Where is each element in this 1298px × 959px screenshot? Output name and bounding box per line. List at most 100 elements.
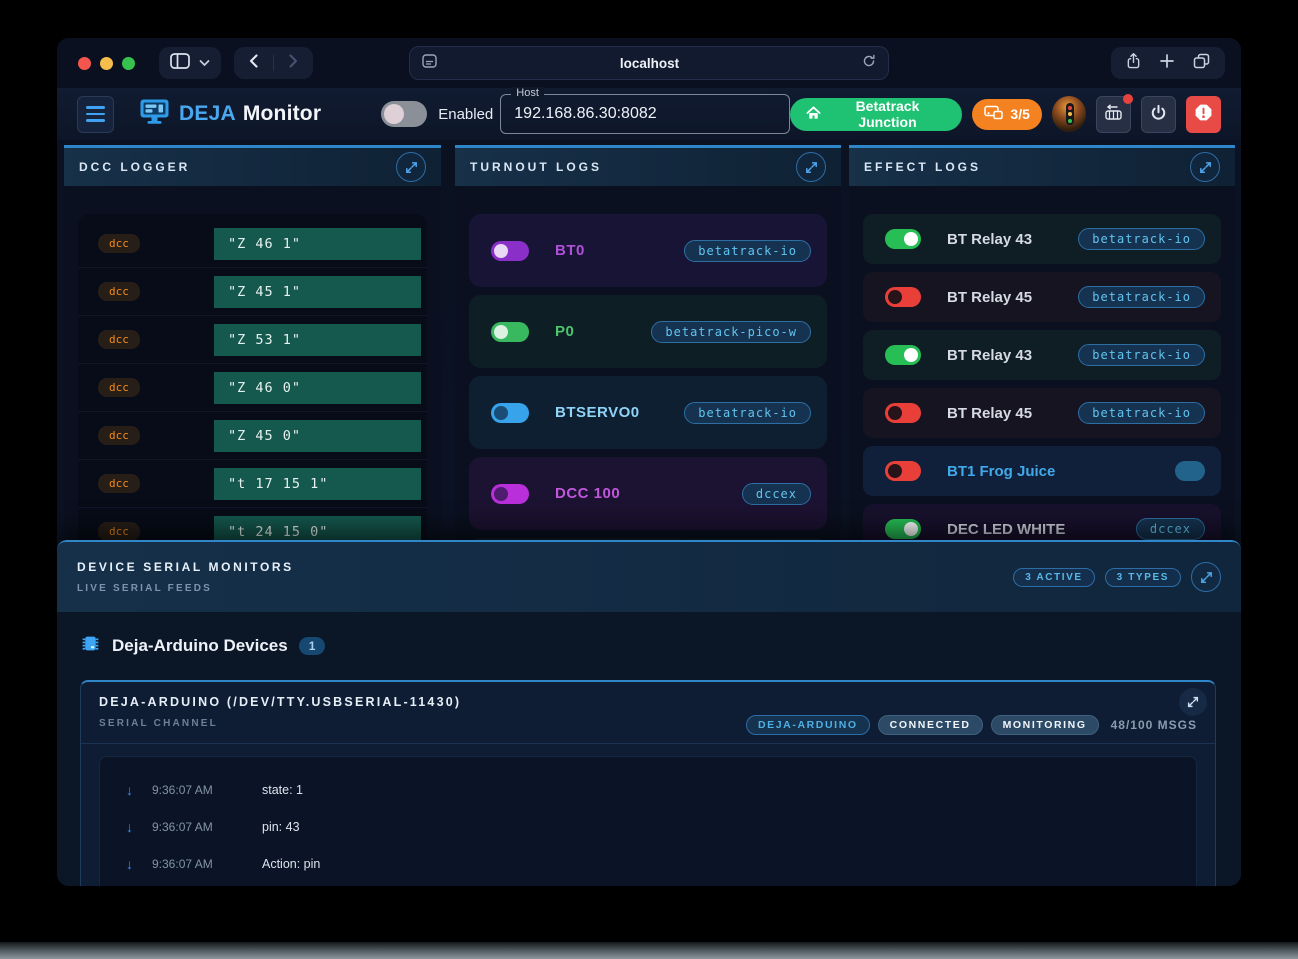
arduino-devices-heading: Deja-Arduino Devices 1 xyxy=(80,633,1241,659)
serial-log-feed[interactable]: ↓ 9:36:07 AM state: 1 ↓ 9:36:07 AM pin: … xyxy=(99,756,1197,886)
log-timestamp: 9:36:07 AM xyxy=(152,820,236,834)
effect-label: BT Relay 45 xyxy=(947,289,1032,306)
effect-row[interactable]: BT1 Frog Juice xyxy=(863,446,1221,496)
turnout-label: BT0 xyxy=(555,242,585,259)
alert-octagon-icon xyxy=(1194,103,1213,125)
dcc-tag-badge: dcc xyxy=(98,234,140,253)
url-text: localhost xyxy=(437,56,862,71)
effect-toggle[interactable] xyxy=(885,403,921,423)
dcc-log-list[interactable]: dcc "Z 46 1" dcc "Z 45 1" dcc "Z 53 1" d… xyxy=(78,214,427,543)
effect-source-badge: betatrack-io xyxy=(1078,228,1205,250)
turnout-label: P0 xyxy=(555,323,574,340)
dcc-log-message: "Z 53 1" xyxy=(214,324,421,356)
power-button[interactable] xyxy=(1141,96,1176,133)
turnout-toggle[interactable] xyxy=(491,322,529,342)
effect-row[interactable]: BT Relay 43 betatrack-io xyxy=(863,214,1221,264)
turnout-toggle[interactable] xyxy=(491,484,529,504)
turnout-source-badge: betatrack-io xyxy=(684,402,811,424)
share-icon[interactable] xyxy=(1126,52,1141,75)
turnout-toggle[interactable] xyxy=(491,241,529,261)
turnout-label: BTSERVO0 xyxy=(555,404,640,421)
browser-toolbar: localhost xyxy=(57,38,1241,88)
turnout-label: DCC 100 xyxy=(555,485,620,502)
minimize-window-button[interactable] xyxy=(100,57,113,70)
tab-overview-icon[interactable] xyxy=(1193,53,1210,74)
effect-label: BT1 Frog Juice xyxy=(947,463,1055,480)
turnout-toggle[interactable] xyxy=(491,403,529,423)
dcc-log-message: "t 17 15 1" xyxy=(214,468,421,500)
nav-divider xyxy=(273,55,274,71)
effect-row[interactable]: BT Relay 45 betatrack-io xyxy=(863,272,1221,322)
turnout-row[interactable]: BT0 betatrack-io xyxy=(469,214,827,287)
effect-row[interactable]: BT Relay 43 betatrack-io xyxy=(863,330,1221,380)
railroad-track-icon xyxy=(1104,104,1123,124)
menu-button[interactable] xyxy=(77,96,114,133)
close-window-button[interactable] xyxy=(78,57,91,70)
serial-log-row: ↓ 9:36:07 AM pin: 43 xyxy=(100,808,1196,845)
serial-log-row: ↓ 9:36:07 AM state: 1 xyxy=(100,771,1196,808)
turnout-source-badge: dccex xyxy=(742,483,811,505)
dcc-log-row: dcc "t 24 15 0" xyxy=(78,508,427,543)
user-avatar[interactable] xyxy=(1052,96,1086,132)
header-actions: Betatrack Junction 3/5 xyxy=(790,96,1221,133)
emergency-stop-button[interactable] xyxy=(1186,96,1221,133)
enabled-label: Enabled xyxy=(438,106,493,123)
app-title: DEJAMonitor xyxy=(179,102,321,126)
dcc-tag-badge: dcc xyxy=(98,378,140,397)
effect-label: BT Relay 43 xyxy=(947,231,1032,248)
turnout-row[interactable]: P0 betatrack-pico-w xyxy=(469,295,827,368)
forward-button[interactable] xyxy=(286,53,300,74)
channel-expand-button[interactable] xyxy=(1179,688,1207,716)
turnout-list: BT0 betatrack-io P0 betatrack-pico-w BTS… xyxy=(469,214,827,530)
turnout-expand-button[interactable] xyxy=(796,152,826,182)
effect-toggle[interactable] xyxy=(885,345,921,365)
effect-toggle[interactable] xyxy=(885,229,921,249)
dcc-logger-header: DCC LOGGER xyxy=(64,148,441,186)
dcc-tag-badge: dcc xyxy=(98,426,140,445)
reader-icon[interactable] xyxy=(422,54,437,73)
effect-toggle[interactable] xyxy=(885,519,921,539)
enabled-toggle[interactable] xyxy=(381,101,427,127)
effect-dot-badge xyxy=(1175,461,1205,481)
host-input[interactable] xyxy=(501,95,788,133)
effect-source-badge: betatrack-io xyxy=(1078,286,1205,308)
sidebar-icon xyxy=(170,53,190,74)
devices-icon xyxy=(984,105,1003,123)
new-tab-icon[interactable] xyxy=(1160,54,1174,73)
serial-monitors-expand-button[interactable] xyxy=(1191,562,1221,592)
junction-button[interactable]: Betatrack Junction xyxy=(790,98,963,131)
app-header: DEJAMonitor Enabled Host Betatrack Junct… xyxy=(57,88,1241,140)
incoming-arrow-icon: ↓ xyxy=(126,819,152,835)
effect-row[interactable]: BT Relay 45 betatrack-io xyxy=(863,388,1221,438)
log-timestamp: 9:36:07 AM xyxy=(152,857,236,871)
reload-icon[interactable] xyxy=(862,54,876,73)
dcc-log-row: dcc "Z 45 0" xyxy=(78,412,427,460)
serial-channel-card: DEJA-ARDUINO (/DEV/TTY.USBSERIAL-11430) … xyxy=(80,680,1216,886)
address-bar[interactable]: localhost xyxy=(409,46,889,80)
log-message: Action: pin xyxy=(262,857,320,871)
dashboard: DCC LOGGER dcc "Z 46 1" dcc "Z 45 1" dcc… xyxy=(57,140,1241,886)
turnout-row[interactable]: DCC 100 dccex xyxy=(469,457,827,530)
log-message: pin: 43 xyxy=(262,820,300,834)
channel-status-badge: CONNECTED xyxy=(878,715,983,735)
effect-expand-button[interactable] xyxy=(1190,152,1220,182)
dcc-expand-button[interactable] xyxy=(396,152,426,182)
effect-toggle[interactable] xyxy=(885,287,921,307)
sidebar-toggle-group[interactable] xyxy=(159,47,221,79)
dcc-log-message: "Z 46 0" xyxy=(214,372,421,404)
back-button[interactable] xyxy=(247,53,261,74)
dcc-log-row: dcc "Z 46 1" xyxy=(78,220,427,268)
connection-counter-badge[interactable]: 3/5 xyxy=(972,99,1041,130)
serial-monitors-title: DEVICE SERIAL MONITORS xyxy=(77,560,294,574)
serial-log-row: ↓ 9:36:07 AM Action: pin xyxy=(100,845,1196,882)
effect-row[interactable]: DEC LED WHITE dccex xyxy=(863,504,1221,543)
toolbar-right-buttons xyxy=(1111,47,1225,79)
dcc-tag-badge: dcc xyxy=(98,330,140,349)
zoom-window-button[interactable] xyxy=(122,57,135,70)
log-timestamp: 9:36:07 AM xyxy=(152,783,236,797)
railroad-button[interactable] xyxy=(1096,96,1131,133)
effect-toggle[interactable] xyxy=(885,461,921,481)
chip-icon xyxy=(80,633,101,659)
turnout-row[interactable]: BTSERVO0 betatrack-io xyxy=(469,376,827,449)
serial-channel-subtitle: SERIAL CHANNEL xyxy=(99,718,461,729)
